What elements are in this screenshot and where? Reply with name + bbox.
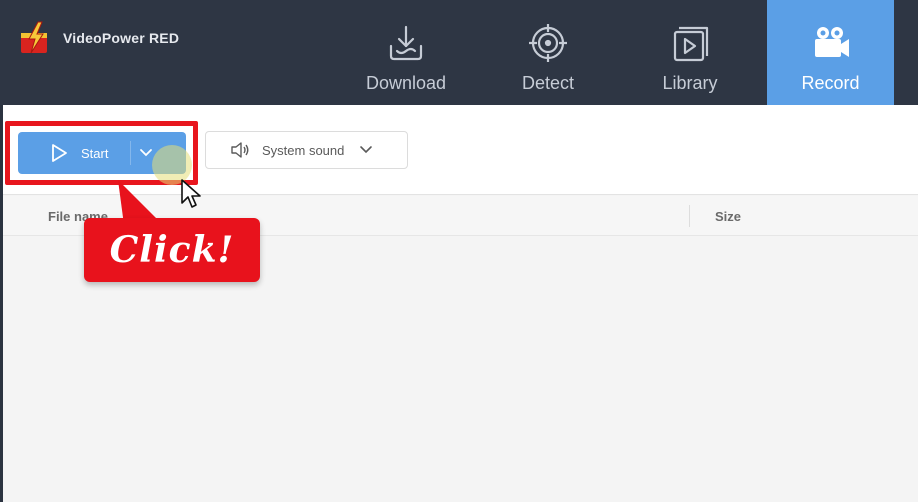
tab-download-label: Download: [365, 73, 447, 93]
library-icon: [673, 26, 709, 62]
tab-record-label: Record: [801, 73, 860, 93]
download-icon: [389, 25, 423, 61]
tab-library[interactable]: Library: [619, 0, 761, 105]
target-icon: [529, 24, 567, 62]
chevron-down-icon: [360, 146, 373, 154]
header-edge: [894, 0, 918, 105]
mouse-cursor-icon: [181, 179, 201, 208]
column-divider[interactable]: [689, 205, 690, 227]
tab-download[interactable]: Download: [335, 0, 477, 105]
system-sound-label: System sound: [262, 142, 345, 158]
play-icon: [52, 144, 67, 162]
tab-detect[interactable]: Detect: [477, 0, 619, 105]
tab-record[interactable]: Record: [767, 0, 894, 105]
window-edge: [0, 105, 3, 502]
callout-text: Click!: [109, 229, 235, 271]
tab-detect-label: Detect: [521, 73, 575, 93]
column-size[interactable]: Size: [715, 209, 741, 224]
app-title: VideoPower RED: [63, 30, 180, 46]
brand: VideoPower RED: [18, 20, 179, 56]
start-button-separator: [130, 141, 131, 165]
chevron-down-icon[interactable]: [138, 145, 154, 161]
app-window: VideoPower RED Download Detect Library R…: [0, 0, 918, 502]
main-nav: Download Detect Library Record: [335, 0, 894, 105]
start-button-label: Start: [81, 145, 109, 161]
tab-library-label: Library: [662, 73, 718, 93]
header-bar: VideoPower RED Download Detect Library R…: [0, 0, 918, 105]
click-callout: Click!: [84, 218, 260, 282]
speaker-icon: [231, 142, 249, 158]
app-logo-icon: [21, 21, 47, 54]
video-camera-icon: [814, 27, 849, 57]
system-sound-dropdown[interactable]: System sound: [205, 131, 408, 169]
